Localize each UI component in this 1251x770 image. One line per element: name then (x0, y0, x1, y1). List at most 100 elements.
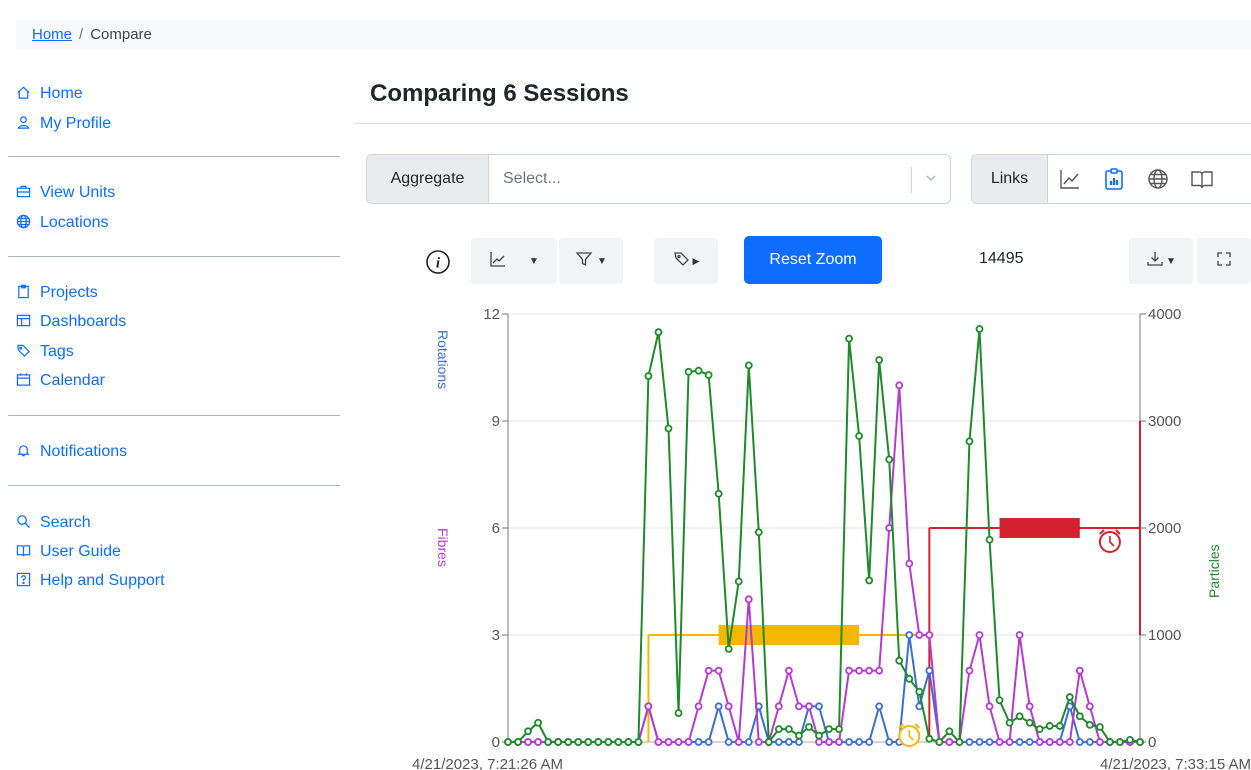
fibres-point (975, 631, 984, 639)
particles-point (754, 528, 763, 537)
sessions-chart[interactable]: 0 3 6 9 12 0 1000 2000 3000 4000 Rotations Fibres Pa… (396, 226, 1251, 770)
fibres-point (674, 738, 683, 746)
fibres-point (985, 702, 994, 711)
fibres-point (534, 738, 542, 746)
rotations-axis-label: Rotations (435, 330, 451, 389)
sidebar-item-view-units[interactable]: View Units (16, 181, 115, 205)
fibres-point (965, 666, 974, 675)
sidebar-item-tags[interactable]: Tags (16, 340, 74, 364)
fibres-point (754, 738, 763, 746)
fibres-point (664, 738, 673, 746)
sidebar-item-calendar[interactable]: Calendar (16, 369, 105, 393)
fibres-point (995, 738, 1004, 746)
sidebar-item-user-guide[interactable]: User Guide (16, 540, 121, 564)
rotations-point (795, 738, 803, 746)
sidebar-item-locations[interactable]: Locations (16, 211, 109, 235)
particles-point (684, 367, 693, 376)
rotations-point (704, 738, 713, 746)
sidebar-divider (8, 156, 340, 157)
breadcrumb-current: Compare (90, 26, 152, 43)
fibres-point (895, 381, 904, 390)
left-tick-label: 3 (492, 627, 500, 644)
fibres-point (684, 738, 693, 746)
sidebar-item-label: Tags (40, 343, 74, 360)
dashboard-icon (16, 313, 34, 331)
links-control: Links (971, 154, 1251, 204)
chevron-down-icon[interactable] (924, 171, 938, 190)
particles-point (504, 738, 512, 746)
fibres-point (875, 666, 884, 675)
fibres-point (1005, 738, 1014, 746)
particles-point (985, 535, 994, 544)
particles-point (774, 725, 783, 734)
sidebar-item-home[interactable]: Home (16, 82, 83, 106)
particles-point (554, 738, 563, 746)
fibres-point (825, 738, 833, 746)
particles-point (1035, 725, 1044, 734)
rotations-point (774, 738, 783, 746)
rotations-point (744, 738, 753, 746)
calendar-icon (16, 372, 34, 390)
particles-point (815, 731, 823, 740)
rotations-point (1025, 738, 1034, 746)
particles-axis-label: Particles (1206, 544, 1222, 598)
particles-point (694, 366, 703, 375)
fibres-point (1015, 631, 1024, 639)
rotations-point (1075, 738, 1084, 746)
particles-point (1095, 723, 1104, 731)
particles-point (965, 437, 974, 446)
rotations-point (724, 738, 733, 746)
aggregate-select[interactable]: Select... (489, 155, 950, 203)
particles-point (945, 727, 954, 736)
book-icon (16, 543, 34, 561)
particles-point (845, 334, 853, 343)
fibres-point (845, 666, 853, 675)
particles-point (915, 687, 924, 696)
sidebar-divider (8, 256, 340, 257)
particles-point (524, 727, 532, 736)
sidebar-item-search[interactable]: Search (16, 511, 91, 535)
rotations-point (815, 702, 823, 711)
book-icon[interactable] (1180, 155, 1224, 203)
particles-point (855, 432, 864, 440)
sidebar-item-projects[interactable]: Projects (16, 281, 98, 305)
alarm-clock-icon[interactable] (898, 723, 921, 747)
fibres-point (774, 702, 783, 711)
fibres-point (654, 738, 663, 746)
breadcrumb-home-link[interactable]: Home (32, 26, 72, 43)
fibres-point (1035, 738, 1044, 746)
particles-point (1085, 720, 1094, 729)
particles-point (544, 738, 553, 746)
sidebar-item-dashboards[interactable]: Dashboards (16, 310, 126, 334)
globe-icon[interactable] (1136, 155, 1180, 203)
particles-point (1055, 722, 1064, 730)
particles-point (995, 696, 1004, 705)
sidebar-item-notifications[interactable]: Notifications (16, 440, 127, 464)
particles-point (514, 738, 522, 746)
particles-point (885, 455, 894, 464)
rotations-point (784, 738, 793, 746)
fibres-point (1085, 702, 1094, 711)
sidebar-item-help-and-support[interactable]: Help and Support (16, 569, 165, 593)
sidebar-item-label: Notifications (40, 443, 128, 460)
particles-point (895, 656, 904, 665)
sidebar-item-my-profile[interactable]: My Profile (16, 112, 111, 136)
particles-point (634, 738, 643, 746)
particles-point (935, 738, 944, 746)
rotations-point (694, 738, 703, 746)
rotations-point (855, 738, 864, 746)
line-chart-icon[interactable] (1048, 155, 1092, 203)
rotations-point (985, 738, 994, 746)
particles-point (795, 731, 803, 740)
left-tick-label: 0 (492, 734, 500, 751)
rotations-point (1015, 738, 1024, 746)
alarm-clock-icon[interactable] (1098, 529, 1121, 553)
report-icon[interactable] (1092, 155, 1136, 203)
search-icon (16, 514, 34, 532)
fibres-point (905, 559, 914, 568)
particles-point (1075, 712, 1084, 721)
particles-point (714, 489, 723, 498)
particles-point (905, 674, 914, 683)
particles-point (835, 725, 843, 734)
x-start-label: 4/21/2023, 7:21:26 AM (412, 756, 563, 770)
